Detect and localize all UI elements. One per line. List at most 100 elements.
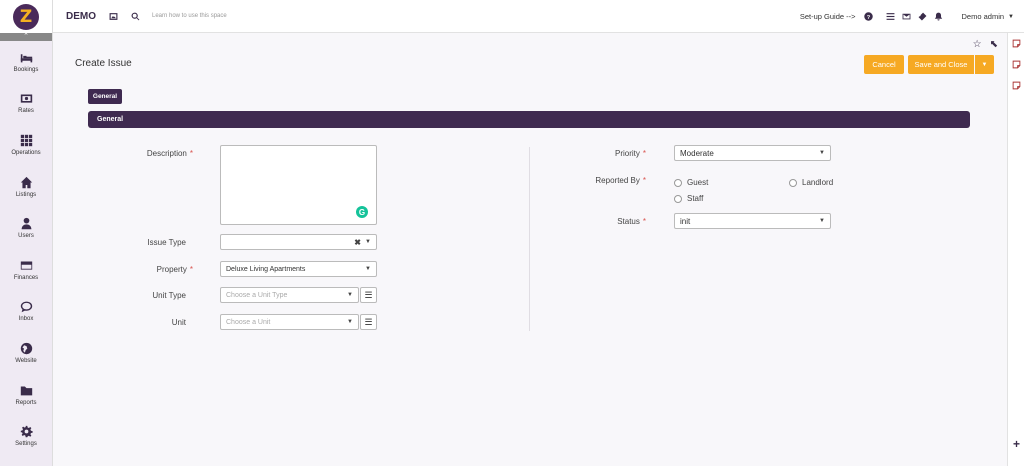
sidebar-item-operations[interactable]: Operations <box>0 124 52 166</box>
sidebar-item-reports[interactable]: Reports <box>0 374 52 416</box>
unit-type-placeholder: Choose a Unit Type <box>226 291 288 299</box>
property-label: Property * <box>157 265 193 274</box>
sidebar-item-inbox[interactable]: Inbox <box>0 291 52 333</box>
sidebar-item-bookings[interactable]: Bookings <box>0 41 52 83</box>
required-marker: * <box>189 149 193 158</box>
clear-icon[interactable]: ✖ <box>354 235 361 249</box>
page-tools: ☆ ⬉ <box>973 39 998 50</box>
help-icon[interactable]: ? <box>862 10 875 23</box>
sidebar-item-website[interactable]: Website <box>0 332 52 374</box>
top-bar: DEMO Learn how to use this space Set-up … <box>53 0 1024 33</box>
save-and-close-button[interactable]: Save and Close <box>908 55 974 74</box>
app-logo[interactable]: Z <box>13 3 39 30</box>
star-icon[interactable]: ☆ <box>973 39 982 50</box>
property-value: Deluxe Living Apartments <box>226 265 306 273</box>
unit-type-list-button[interactable]: ☰ <box>360 287 377 303</box>
reported-by-label-text: Reported By <box>595 176 640 185</box>
sidebar-item-users[interactable]: Users <box>0 207 52 249</box>
plus-icon[interactable]: + <box>1008 437 1024 451</box>
logo-letter: Z <box>19 6 33 27</box>
section-header-general: General <box>88 111 970 128</box>
save-options-dropdown[interactable]: ▼ <box>975 55 994 74</box>
required-marker: * <box>189 265 193 274</box>
right-rail: + <box>1007 33 1024 466</box>
column-divider <box>529 147 530 331</box>
unit-type-select[interactable]: Choose a Unit Type ▼ <box>220 287 359 303</box>
status-select[interactable]: init ▼ <box>674 213 831 229</box>
required-marker: * <box>642 176 646 185</box>
globe-icon <box>20 342 32 355</box>
issue-type-label: Issue Type <box>147 238 186 247</box>
sidebar-item-label: Users <box>18 233 34 240</box>
chevron-down-icon: ▼ <box>347 292 353 298</box>
priority-label: Priority * <box>615 149 646 158</box>
sidebar-collapse-toggle[interactable]: ⌃ <box>0 33 52 41</box>
cancel-button[interactable]: Cancel <box>864 55 904 74</box>
unit-select[interactable]: Choose a Unit ▼ <box>220 314 359 330</box>
chevron-down-icon[interactable]: ▼ <box>1008 14 1014 20</box>
user-menu[interactable]: Demo admin <box>962 12 1005 21</box>
status-label-text: Status <box>617 217 640 226</box>
chevron-down-icon: ▼ <box>347 319 353 325</box>
sidebar-item-settings[interactable]: Settings <box>0 415 52 457</box>
note-icon[interactable] <box>1008 54 1024 75</box>
setup-guide-link[interactable]: Set-up Guide --> <box>800 12 856 21</box>
ticket-icon[interactable] <box>916 10 929 23</box>
sidebar-item-listings[interactable]: Listings <box>0 166 52 208</box>
property-label-text: Property <box>156 265 187 274</box>
search-icon[interactable] <box>130 11 140 21</box>
required-marker: * <box>642 149 646 158</box>
radio-label: Landlord <box>802 178 834 187</box>
note-icon[interactable] <box>1008 33 1024 54</box>
description-textarea[interactable]: G <box>220 145 377 225</box>
mail-icon[interactable] <box>900 10 913 23</box>
radio-circle <box>674 194 682 203</box>
required-marker: * <box>642 217 646 226</box>
sidebar-item-label: Rates <box>18 108 34 115</box>
bell-icon[interactable] <box>932 10 945 23</box>
grammarly-icon[interactable]: G <box>356 206 368 218</box>
pin-icon[interactable]: ⬉ <box>990 39 998 50</box>
reported-by-label: Reported By * <box>595 176 646 185</box>
chevron-down-icon: ▼ <box>819 218 825 224</box>
priority-select[interactable]: Moderate ▼ <box>674 145 831 161</box>
reported-by-landlord-radio[interactable]: Landlord <box>789 178 833 187</box>
priority-value: Moderate <box>680 148 714 158</box>
chat-icon <box>20 301 32 313</box>
tab-general[interactable]: General <box>88 89 122 104</box>
sidebar-item-rates[interactable]: Rates <box>0 83 52 125</box>
unit-type-label: Unit Type <box>152 291 186 300</box>
unit-list-button[interactable]: ☰ <box>360 314 377 330</box>
chevron-down-icon: ▼ <box>365 266 371 272</box>
issue-type-select[interactable]: ✖ ▼ <box>220 234 377 250</box>
chevron-down-icon: ▼ <box>365 239 371 245</box>
card-icon <box>20 261 32 270</box>
sidebar-item-label: Operations <box>11 149 41 156</box>
sidebar-item-label: Inbox <box>18 316 34 323</box>
unit-placeholder: Choose a Unit <box>226 318 271 326</box>
description-label: Description * <box>147 149 193 158</box>
user-icon <box>21 217 31 230</box>
gear-icon <box>20 425 33 438</box>
property-select[interactable]: Deluxe Living Apartments ▼ <box>220 261 377 277</box>
unit-label: Unit <box>171 318 186 327</box>
brand-name: DEMO <box>66 10 96 22</box>
chevron-down-icon: ▼ <box>981 61 988 68</box>
money-icon <box>20 94 32 103</box>
list-icon: ☰ <box>364 316 373 327</box>
chevron-down-icon: ▼ <box>819 150 825 156</box>
radio-label: Guest <box>687 178 709 187</box>
sidebar-item-label: Website <box>15 357 37 364</box>
list-icon[interactable] <box>884 10 897 23</box>
reported-by-staff-radio[interactable]: Staff <box>674 194 703 203</box>
sidebar-item-finances[interactable]: Finances <box>0 249 52 291</box>
sidebar-item-label: Listings <box>15 191 37 198</box>
image-icon[interactable] <box>108 11 118 21</box>
description-label-text: Description <box>146 149 187 158</box>
note-icon[interactable] <box>1008 75 1024 96</box>
priority-label-text: Priority <box>614 149 640 158</box>
bed-icon <box>20 54 32 63</box>
learn-link[interactable]: Learn how to use this space <box>152 13 227 19</box>
sidebar-item-label: Finances <box>13 274 39 281</box>
reported-by-guest-radio[interactable]: Guest <box>674 178 708 187</box>
